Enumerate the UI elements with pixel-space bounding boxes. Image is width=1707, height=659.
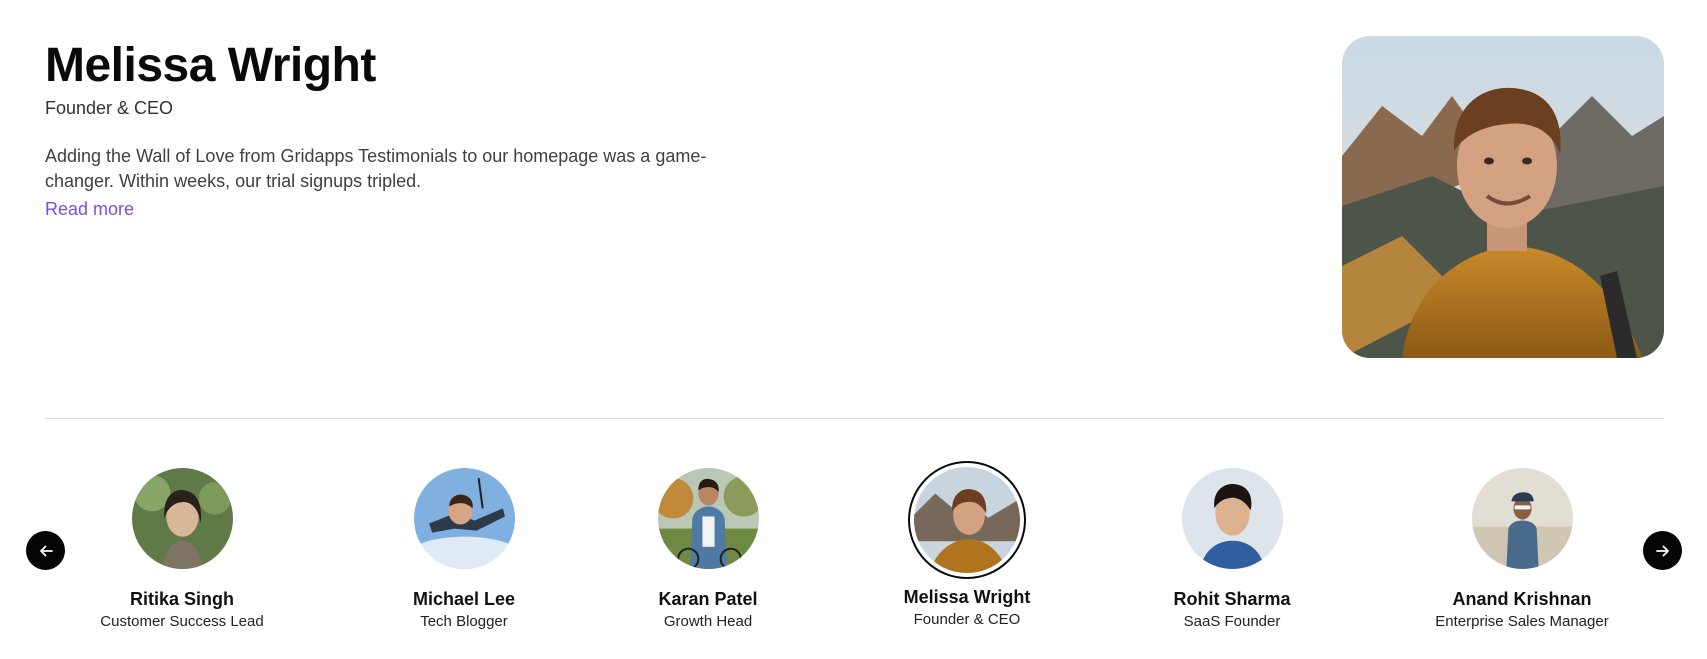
featured-quote: Adding the Wall of Love from Gridapps Te… [45,146,707,191]
carousel-person-karan-patel[interactable]: Karan Patel Growth Head [588,468,828,630]
carousel-person-rohit-sharma[interactable]: Rohit Sharma SaaS Founder [1112,468,1352,630]
person-role: Growth Head [663,613,753,630]
avatar [131,468,233,569]
arrow-right-icon [1655,545,1669,556]
arrow-left-icon [39,545,53,556]
carousel-prev-button[interactable] [26,531,65,570]
person-role: Founder & CEO [913,611,1021,628]
featured-role: Founder & CEO [45,98,174,118]
person-role: Tech Blogger [420,613,508,630]
avatar [914,467,1020,573]
person-name: Melissa Wright [903,587,1031,607]
person-role: SaaS Founder [1183,613,1281,630]
person-name: Michael Lee [412,589,516,609]
avatar [413,468,515,569]
testimonial-showcase: Melissa Wright Founder & CEO Adding the … [0,0,1707,659]
person-role: Enterprise Sales Manager [1435,613,1609,630]
carousel-person-michael-lee[interactable]: Michael Lee Tech Blogger [344,468,584,630]
active-avatar-ring [908,461,1026,579]
avatar [1181,468,1283,569]
person-name: Rohit Sharma [1173,589,1291,609]
person-name: Anand Krishnan [1452,589,1592,609]
person-name: Ritika Singh [129,589,234,609]
person-name: Karan Patel [658,589,758,609]
carousel-person-anand-krishnan[interactable]: Anand Krishnan Enterprise Sales Manager [1402,468,1642,630]
avatar [657,468,759,569]
featured-name: Melissa Wright [45,39,376,92]
read-more-link[interactable]: Read more [45,199,134,220]
featured-photo [1342,36,1664,358]
person-role: Customer Success Lead [100,613,264,630]
section-divider [45,418,1664,419]
avatar [1471,468,1573,569]
carousel-next-button[interactable] [1643,531,1682,570]
carousel-person-ritika-singh[interactable]: Ritika Singh Customer Success Lead [62,468,302,630]
carousel-person-melissa-wright[interactable]: Melissa Wright Founder & CEO [847,461,1087,628]
